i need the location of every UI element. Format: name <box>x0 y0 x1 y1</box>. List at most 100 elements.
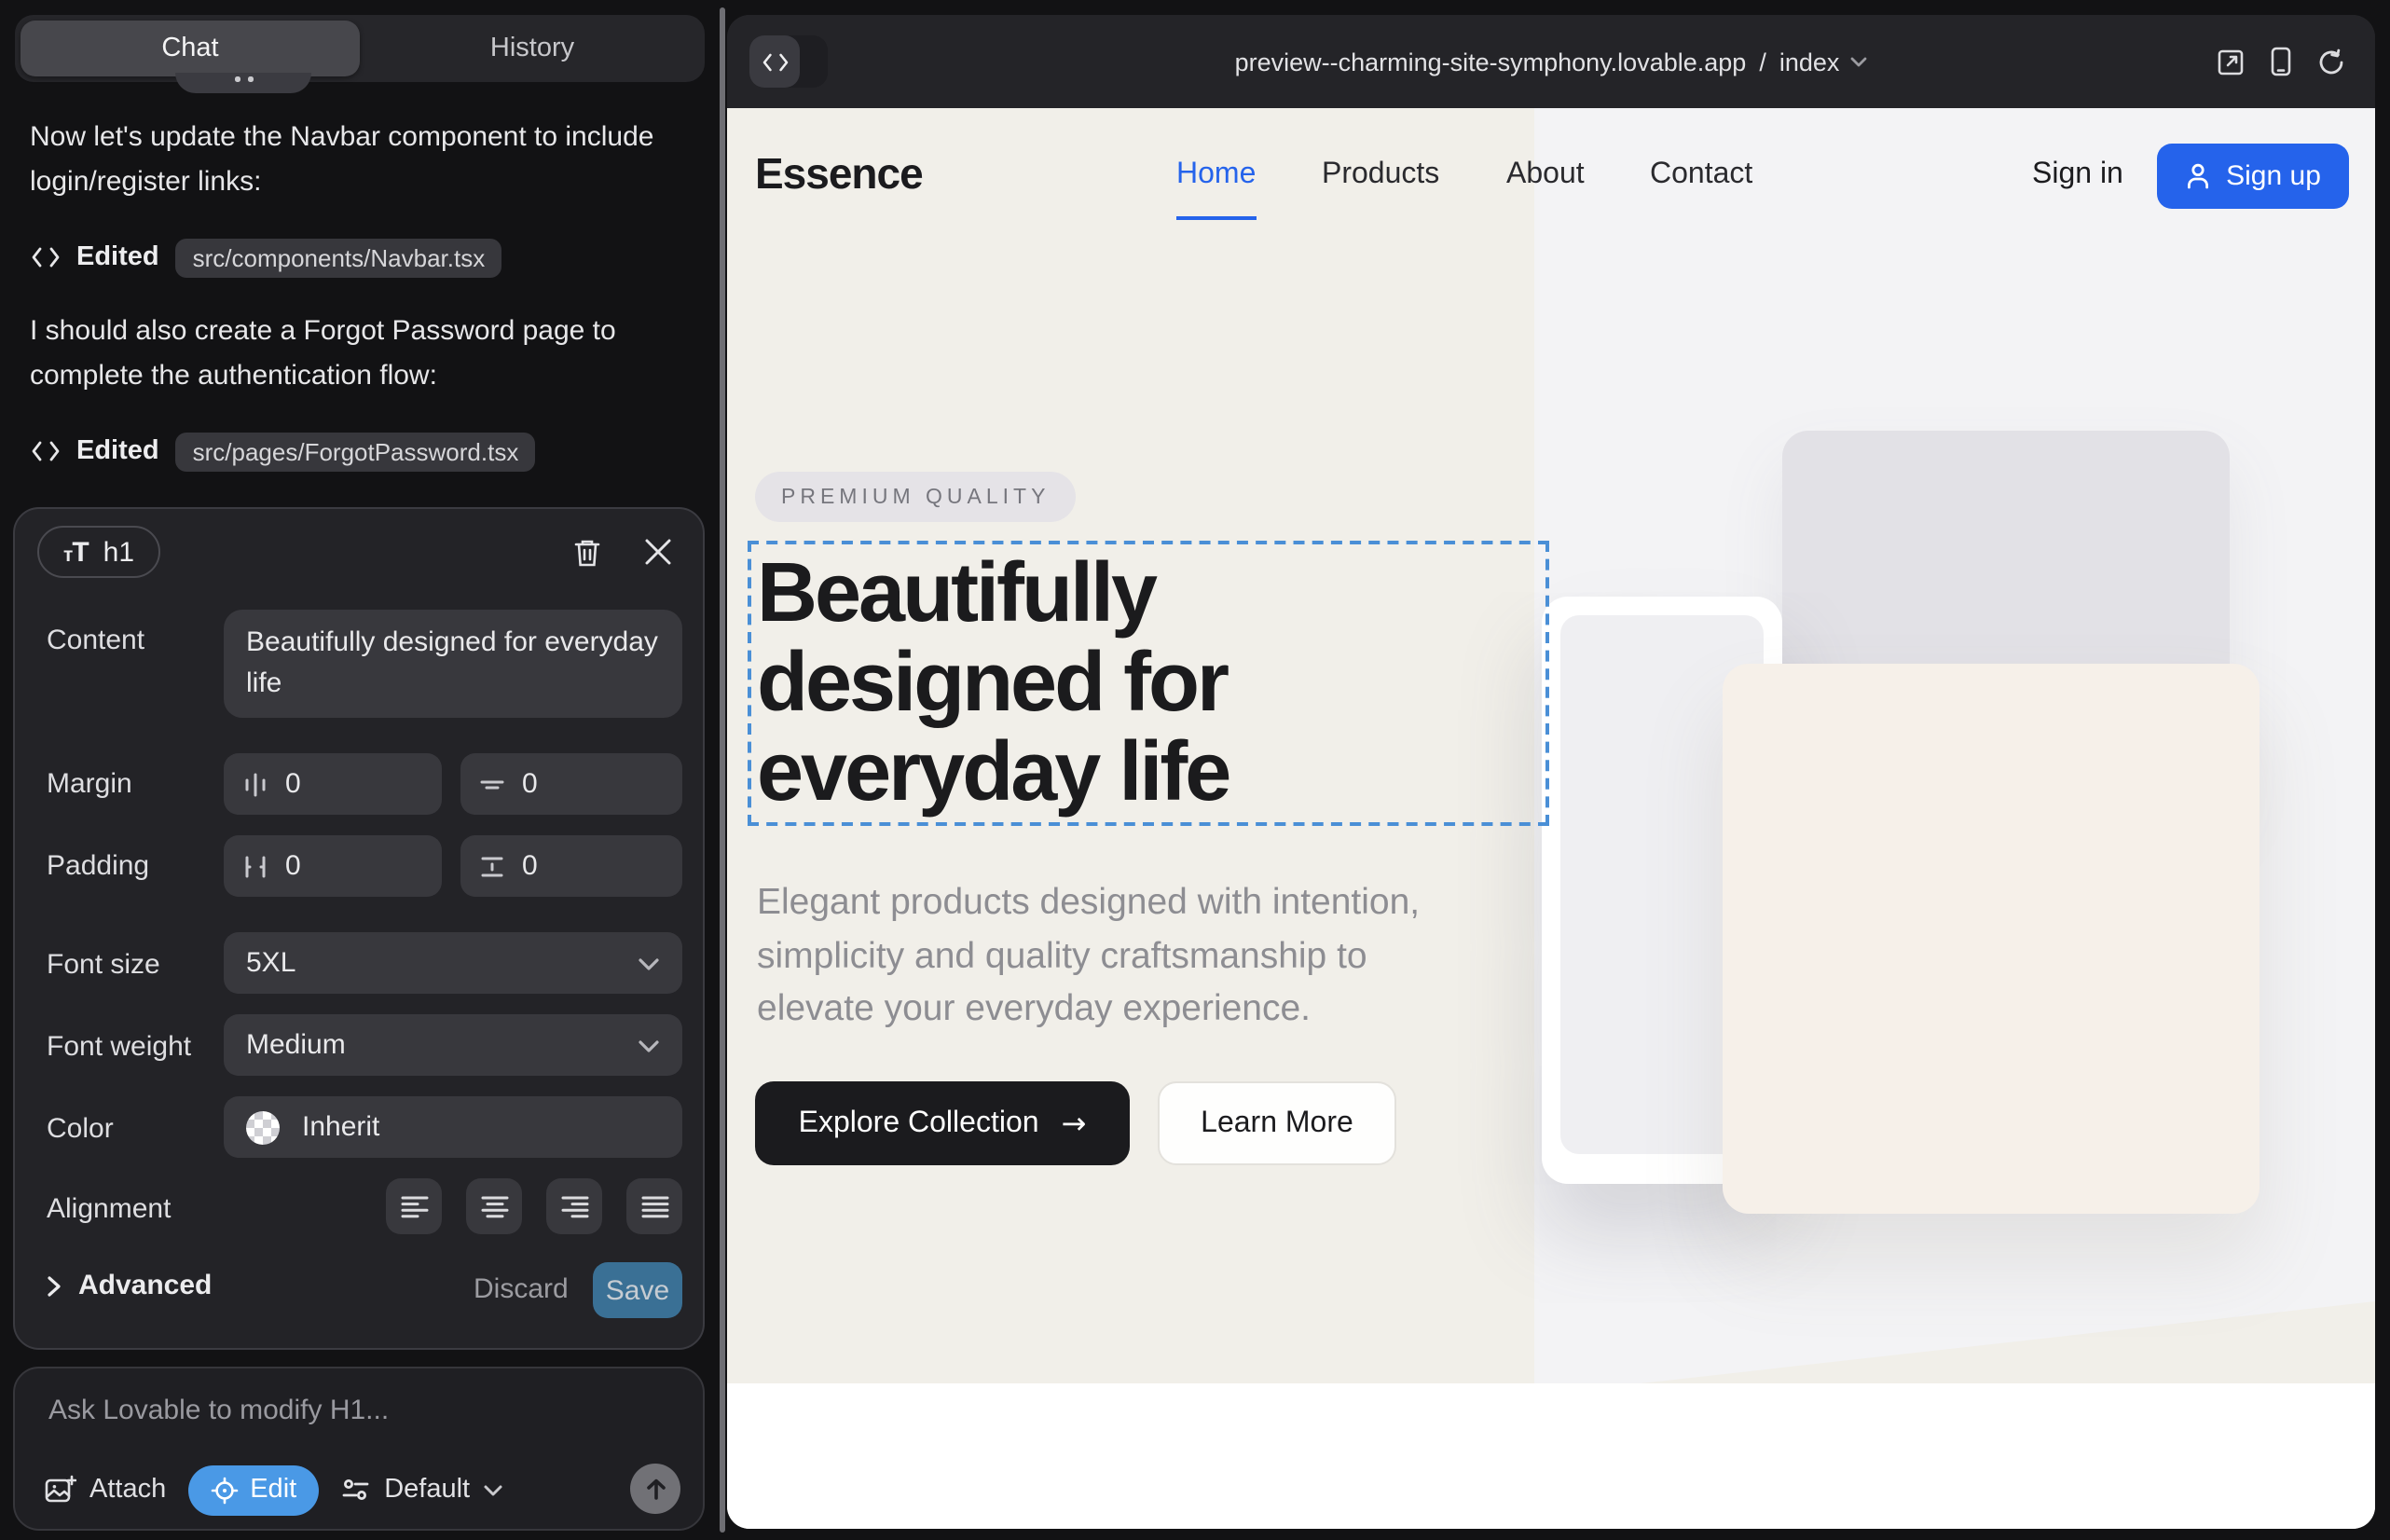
panel-resize-handle[interactable] <box>720 7 725 1533</box>
chevron-down-icon <box>638 956 660 970</box>
send-button[interactable] <box>630 1464 680 1514</box>
element-tag: h1 <box>103 536 134 568</box>
chat-history-tabbar: Chat History <box>15 15 705 82</box>
align-right-button[interactable] <box>546 1178 602 1234</box>
color-swatch <box>246 1110 280 1144</box>
selected-element-pill[interactable]: тT h1 <box>37 526 160 578</box>
sliders-icon <box>341 1477 371 1503</box>
align-center-button[interactable] <box>466 1178 522 1234</box>
tab-chat[interactable]: Chat <box>21 21 360 76</box>
tab-history-label: History <box>490 34 574 63</box>
delete-element-button[interactable] <box>567 531 608 572</box>
file-chip[interactable]: src/pages/ForgotPassword.tsx <box>176 432 536 471</box>
file-chip[interactable]: src/components/Navbar.tsx <box>176 238 502 277</box>
align-left-button[interactable] <box>386 1178 442 1234</box>
advanced-toggle[interactable]: Advanced <box>47 1270 212 1301</box>
user-icon <box>2185 162 2211 190</box>
hero-heading[interactable]: Beautifully designed for everyday life <box>757 548 1229 817</box>
lovable-app: Chat History Now let's update the Navbar… <box>0 0 2390 1540</box>
sign-up-label: Sign up <box>2226 160 2321 192</box>
learn-more-label: Learn More <box>1201 1107 1353 1140</box>
site-logo[interactable]: Essence <box>755 149 923 199</box>
arrow-up-icon <box>644 1477 666 1501</box>
nav-link-about[interactable]: About <box>1506 158 1585 192</box>
margin-vertical-icon <box>479 771 505 797</box>
tab-chat-label: Chat <box>161 34 218 63</box>
margin-y-value: 0 <box>522 768 538 800</box>
mobile-icon <box>2271 47 2291 76</box>
color-value: Inherit <box>302 1111 379 1143</box>
nav-link-home[interactable]: Home <box>1176 158 1256 220</box>
hero-description-line: elevate your everyday experience. <box>757 983 1420 1036</box>
font-size-select[interactable]: 5XL <box>224 932 682 994</box>
crosshair-icon <box>211 1476 239 1504</box>
browser-toolbar: preview--charming-site-symphony.lovable.… <box>727 15 2375 108</box>
edited-label: Edited <box>76 436 159 466</box>
hero-card-cream <box>1723 664 2260 1214</box>
margin-x-input[interactable]: 0 <box>224 753 442 815</box>
typography-icon: тT <box>63 536 89 568</box>
site-canvas: Essence Home Products About Contact Sign… <box>727 108 2375 1529</box>
save-button[interactable]: Save <box>593 1262 682 1318</box>
align-justify-button[interactable] <box>626 1178 682 1234</box>
chevron-down-icon <box>638 1038 660 1052</box>
nav-link-products[interactable]: Products <box>1322 158 1439 192</box>
sign-up-button[interactable]: Sign up <box>2157 144 2349 209</box>
scrolled-chip <box>175 73 311 93</box>
sign-in-link[interactable]: Sign in <box>2032 158 2123 192</box>
mode-select[interactable]: Default <box>341 1475 503 1505</box>
composer-input[interactable] <box>45 1391 660 1443</box>
margin-y-input[interactable]: 0 <box>460 753 682 815</box>
padding-y-input[interactable]: 0 <box>460 835 682 897</box>
code-icon <box>30 242 60 272</box>
decorative-wedge <box>1641 1301 2375 1383</box>
padding-x-value: 0 <box>285 850 301 882</box>
color-select[interactable]: Inherit <box>224 1096 682 1158</box>
explore-collection-button[interactable]: Explore Collection → <box>755 1081 1130 1165</box>
below-hero-section <box>727 1383 2375 1529</box>
chat-message: Now let's update the Navbar component to… <box>30 116 686 205</box>
attach-image-icon <box>45 1475 76 1505</box>
url-page: index <box>1779 48 1840 76</box>
close-panel-icon[interactable] <box>638 531 679 572</box>
attach-label: Attach <box>89 1475 166 1505</box>
edited-file-row[interactable]: Edited src/components/Navbar.tsx <box>30 235 501 280</box>
hero-description-line: Elegant products designed with intention… <box>757 876 1420 929</box>
attach-button[interactable]: Attach <box>45 1475 166 1505</box>
align-center-icon <box>480 1194 508 1218</box>
hero-heading-line: Beautifully <box>757 548 1229 638</box>
padding-vertical-icon <box>479 853 505 879</box>
font-weight-value: Medium <box>246 1029 346 1061</box>
font-size-value: 5XL <box>246 947 295 979</box>
arrow-right-icon: → <box>1062 1106 1087 1141</box>
open-external-button[interactable] <box>2217 48 2245 76</box>
edited-file-row[interactable]: Edited src/pages/ForgotPassword.tsx <box>30 429 535 474</box>
content-input[interactable]: Beautifully designed for everyday life <box>224 610 682 718</box>
learn-more-button[interactable]: Learn More <box>1158 1081 1396 1165</box>
font-weight-label: Font weight <box>47 1031 191 1063</box>
edit-mode-button[interactable]: Edit <box>188 1464 319 1515</box>
composer: Attach Edit Default <box>13 1367 705 1531</box>
padding-x-input[interactable]: 0 <box>224 835 442 897</box>
mode-label: Default <box>384 1475 470 1505</box>
refresh-button[interactable] <box>2317 48 2345 76</box>
discard-button[interactable]: Discard <box>474 1273 569 1305</box>
mobile-view-button[interactable] <box>2271 47 2291 76</box>
edited-label: Edited <box>76 242 159 272</box>
element-editor-panel: тT h1 Content Beautifully designed for e… <box>13 507 705 1350</box>
external-link-icon <box>2217 48 2245 76</box>
font-weight-select[interactable]: Medium <box>224 1014 682 1076</box>
tab-history[interactable]: History <box>360 15 705 82</box>
align-left-icon <box>400 1194 428 1218</box>
composer-toolbar: Attach Edit Default <box>45 1464 680 1516</box>
nav-link-contact[interactable]: Contact <box>1650 158 1752 192</box>
padding-horizontal-icon <box>242 853 268 879</box>
margin-label: Margin <box>47 768 132 800</box>
chevron-down-icon <box>483 1483 503 1496</box>
premium-badge: PREMIUM QUALITY <box>755 472 1076 522</box>
save-label: Save <box>606 1274 669 1306</box>
font-size-label: Font size <box>47 949 160 981</box>
explore-collection-label: Explore Collection <box>799 1107 1039 1140</box>
url-bar[interactable]: preview--charming-site-symphony.lovable.… <box>727 15 2375 108</box>
advanced-label: Advanced <box>78 1270 212 1301</box>
